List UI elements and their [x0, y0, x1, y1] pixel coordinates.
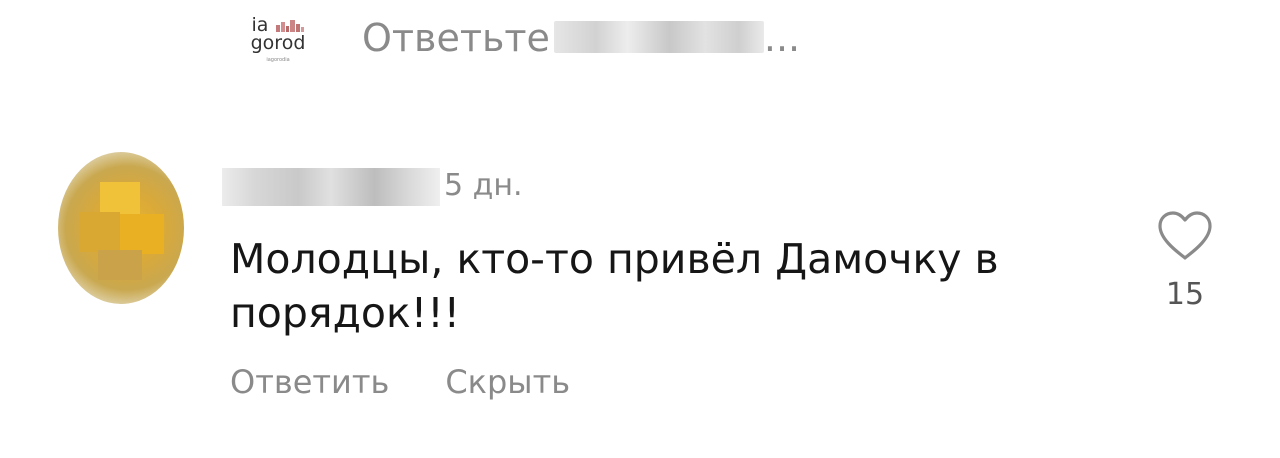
reply-bar[interactable]: ia gorod iagorodia Ответьте...: [236, 6, 876, 76]
brand-logo: ia gorod iagorodia: [236, 6, 320, 74]
reply-prompt-ellipsis: ...: [763, 16, 801, 60]
comment-actions: Ответить Скрыть: [230, 360, 570, 404]
like-count: 15: [1165, 277, 1205, 312]
logo-text-line3: iagorodia: [266, 57, 290, 63]
comment-text: Молодцы, кто-то привёл Дамочку в порядок…: [230, 235, 999, 337]
blurred-username[interactable]: [222, 168, 440, 206]
avatar-pixel: [120, 214, 164, 254]
like-block: 15: [1150, 210, 1220, 330]
reply-button[interactable]: Ответить: [230, 360, 389, 404]
reply-input-placeholder[interactable]: Ответьте...: [362, 16, 800, 60]
hide-button[interactable]: Скрыть: [445, 360, 570, 404]
avatar-pixel: [80, 212, 120, 252]
heart-outline-icon[interactable]: [1156, 210, 1214, 262]
avatar[interactable]: [58, 152, 184, 304]
reply-prompt-label: Ответьте: [362, 16, 550, 60]
logo-text-line2: gorod: [250, 32, 306, 54]
city-skyline-icon: [276, 19, 305, 32]
avatar-pixel: [98, 250, 142, 280]
comment-timestamp: 5 дн.: [444, 168, 523, 203]
blurred-username: [553, 20, 764, 53]
comment-meta: 5 дн.: [222, 160, 622, 210]
